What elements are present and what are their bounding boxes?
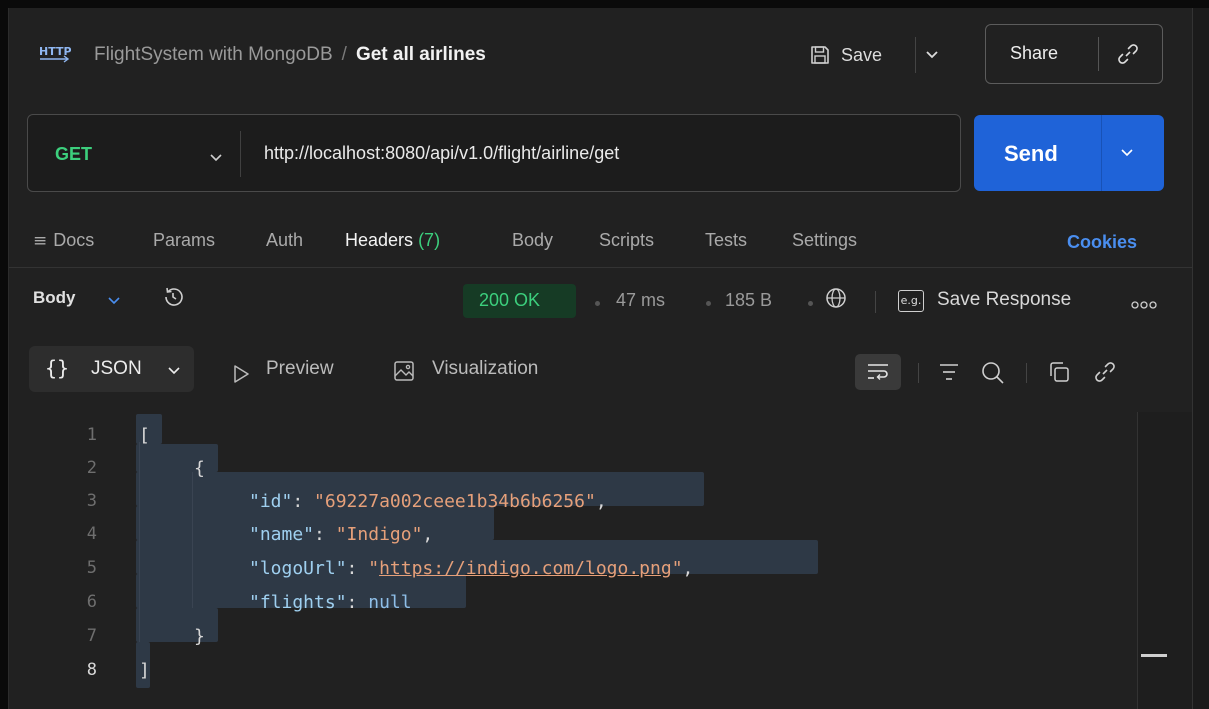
tab-settings[interactable]: Settings	[792, 226, 857, 254]
code-line: ]	[139, 660, 150, 681]
chevron-down-icon[interactable]	[108, 295, 120, 307]
code-line: [	[139, 425, 150, 446]
status-badge[interactable]: 200 OK	[463, 284, 576, 318]
vertical-scrollbar[interactable]	[1137, 412, 1193, 709]
braces-icon: {}	[45, 356, 70, 380]
format-select[interactable]: {} JSON	[29, 346, 194, 392]
more-options-icon[interactable]	[1130, 300, 1158, 310]
http-icon: HTTP	[39, 45, 71, 63]
code-line: "id": "69227a002ceee1b34b6b6256",	[249, 491, 607, 512]
breadcrumb-request-name[interactable]: Get all airlines	[356, 44, 486, 65]
tab-params[interactable]: Params	[153, 226, 215, 254]
postman-window: HTTP FlightSystem with MongoDB / Get all a…	[8, 8, 1193, 709]
save-button[interactable]: Save	[809, 40, 882, 70]
line-number: 7	[86, 626, 97, 646]
tab-docs[interactable]: ≡ Docs	[33, 226, 94, 255]
link-icon[interactable]	[1116, 42, 1140, 66]
chevron-down-icon[interactable]	[925, 48, 939, 62]
send-divider	[1101, 115, 1102, 191]
response-editor[interactable]: 1 2 3 4 5 6 7 8 [ { "id": "69227a002ceee…	[9, 412, 1137, 709]
tab-tests[interactable]: Tests	[705, 226, 747, 254]
line-number: 3	[86, 491, 97, 511]
line-number: 6	[86, 592, 97, 612]
section-divider	[9, 267, 1193, 268]
example-icon: e.g.	[898, 290, 924, 312]
save-icon	[811, 46, 829, 64]
save-response-button[interactable]: Save Response	[937, 289, 1071, 311]
breadcrumb-collection[interactable]: FlightSystem with MongoDB	[94, 44, 333, 65]
svg-text:HTTP: HTTP	[39, 45, 71, 58]
image-icon[interactable]	[393, 360, 415, 382]
code-line: "flights": null	[249, 592, 412, 613]
globe-icon[interactable]	[824, 286, 848, 310]
wrap-lines-button[interactable]	[855, 354, 901, 390]
docs-icon: ≡	[33, 231, 48, 251]
url-divider	[240, 131, 241, 177]
tab-auth[interactable]: Auth	[266, 226, 303, 254]
send-button[interactable]: Send	[974, 115, 1164, 191]
selection-highlight	[136, 608, 218, 642]
url-bar: GET http://localhost:8080/api/v1.0/fligh…	[27, 114, 961, 192]
tab-scripts[interactable]: Scripts	[599, 226, 654, 254]
filter-icon[interactable]	[937, 360, 961, 384]
separator-dot	[595, 301, 600, 306]
send-label: Send	[1004, 141, 1058, 166]
code-line: {	[194, 458, 205, 479]
response-body-tab[interactable]: Body	[33, 288, 76, 308]
indent-guide	[139, 442, 140, 642]
request-tabs: ≡ Docs Params Auth Headers (7) Body Scrip…	[9, 226, 1193, 256]
share-label: Share	[1010, 43, 1059, 63]
tab-body[interactable]: Body	[512, 226, 553, 254]
breadcrumb-separator: /	[341, 44, 347, 65]
code-line: }	[194, 626, 205, 647]
chevron-down-icon[interactable]	[209, 151, 223, 165]
line-number: 4	[86, 524, 97, 544]
wrap-icon	[868, 364, 888, 380]
scrollbar-marker	[1141, 654, 1167, 657]
separator-dot	[808, 301, 813, 306]
format-divider	[918, 363, 919, 383]
tab-headers[interactable]: Headers (7)	[345, 226, 440, 254]
breadcrumb: FlightSystem with MongoDB / Get all airlin…	[94, 42, 486, 68]
preview-tab[interactable]: Preview	[266, 358, 334, 380]
logo-url-link[interactable]: https://indigo.com/logo.png	[379, 558, 672, 579]
headers-count: (7)	[418, 230, 441, 250]
request-header: HTTP FlightSystem with MongoDB / Get all a…	[9, 8, 1193, 98]
response-size[interactable]: 185 B	[725, 290, 772, 311]
share-divider	[1098, 37, 1099, 71]
save-divider	[915, 37, 916, 73]
right-panel-edge	[1192, 8, 1209, 709]
search-icon[interactable]	[980, 360, 1006, 386]
visualization-tab[interactable]: Visualization	[432, 358, 538, 380]
copy-icon[interactable]	[1047, 360, 1071, 384]
line-number: 8	[86, 660, 97, 680]
link-icon[interactable]	[1093, 360, 1117, 384]
chevron-down-icon	[168, 367, 180, 375]
line-number: 1	[86, 425, 97, 445]
play-icon[interactable]	[231, 364, 251, 384]
method-select[interactable]: GET	[55, 144, 92, 165]
url-input[interactable]: http://localhost:8080/api/v1.0/flight/ai…	[264, 143, 619, 164]
code-line: "name": "Indigo",	[249, 524, 434, 545]
history-icon[interactable]	[161, 285, 185, 309]
code-line: "logoUrl": "https://indigo.com/logo.png"…	[249, 558, 694, 579]
response-time[interactable]: 47 ms	[616, 290, 665, 311]
format-label: JSON	[91, 358, 142, 379]
selection-highlight	[136, 444, 218, 472]
cookies-link[interactable]: Cookies	[1067, 232, 1137, 253]
indent-guide	[192, 472, 193, 608]
status-text: 200 OK	[479, 290, 541, 310]
line-number: 2	[86, 458, 97, 478]
line-number: 5	[86, 558, 97, 578]
save-label: Save	[841, 44, 883, 65]
share-button[interactable]: Share	[985, 24, 1163, 84]
chevron-down-icon[interactable]	[1120, 146, 1134, 160]
response-divider	[875, 291, 876, 313]
separator-dot	[706, 301, 711, 306]
format-divider	[1026, 363, 1027, 383]
